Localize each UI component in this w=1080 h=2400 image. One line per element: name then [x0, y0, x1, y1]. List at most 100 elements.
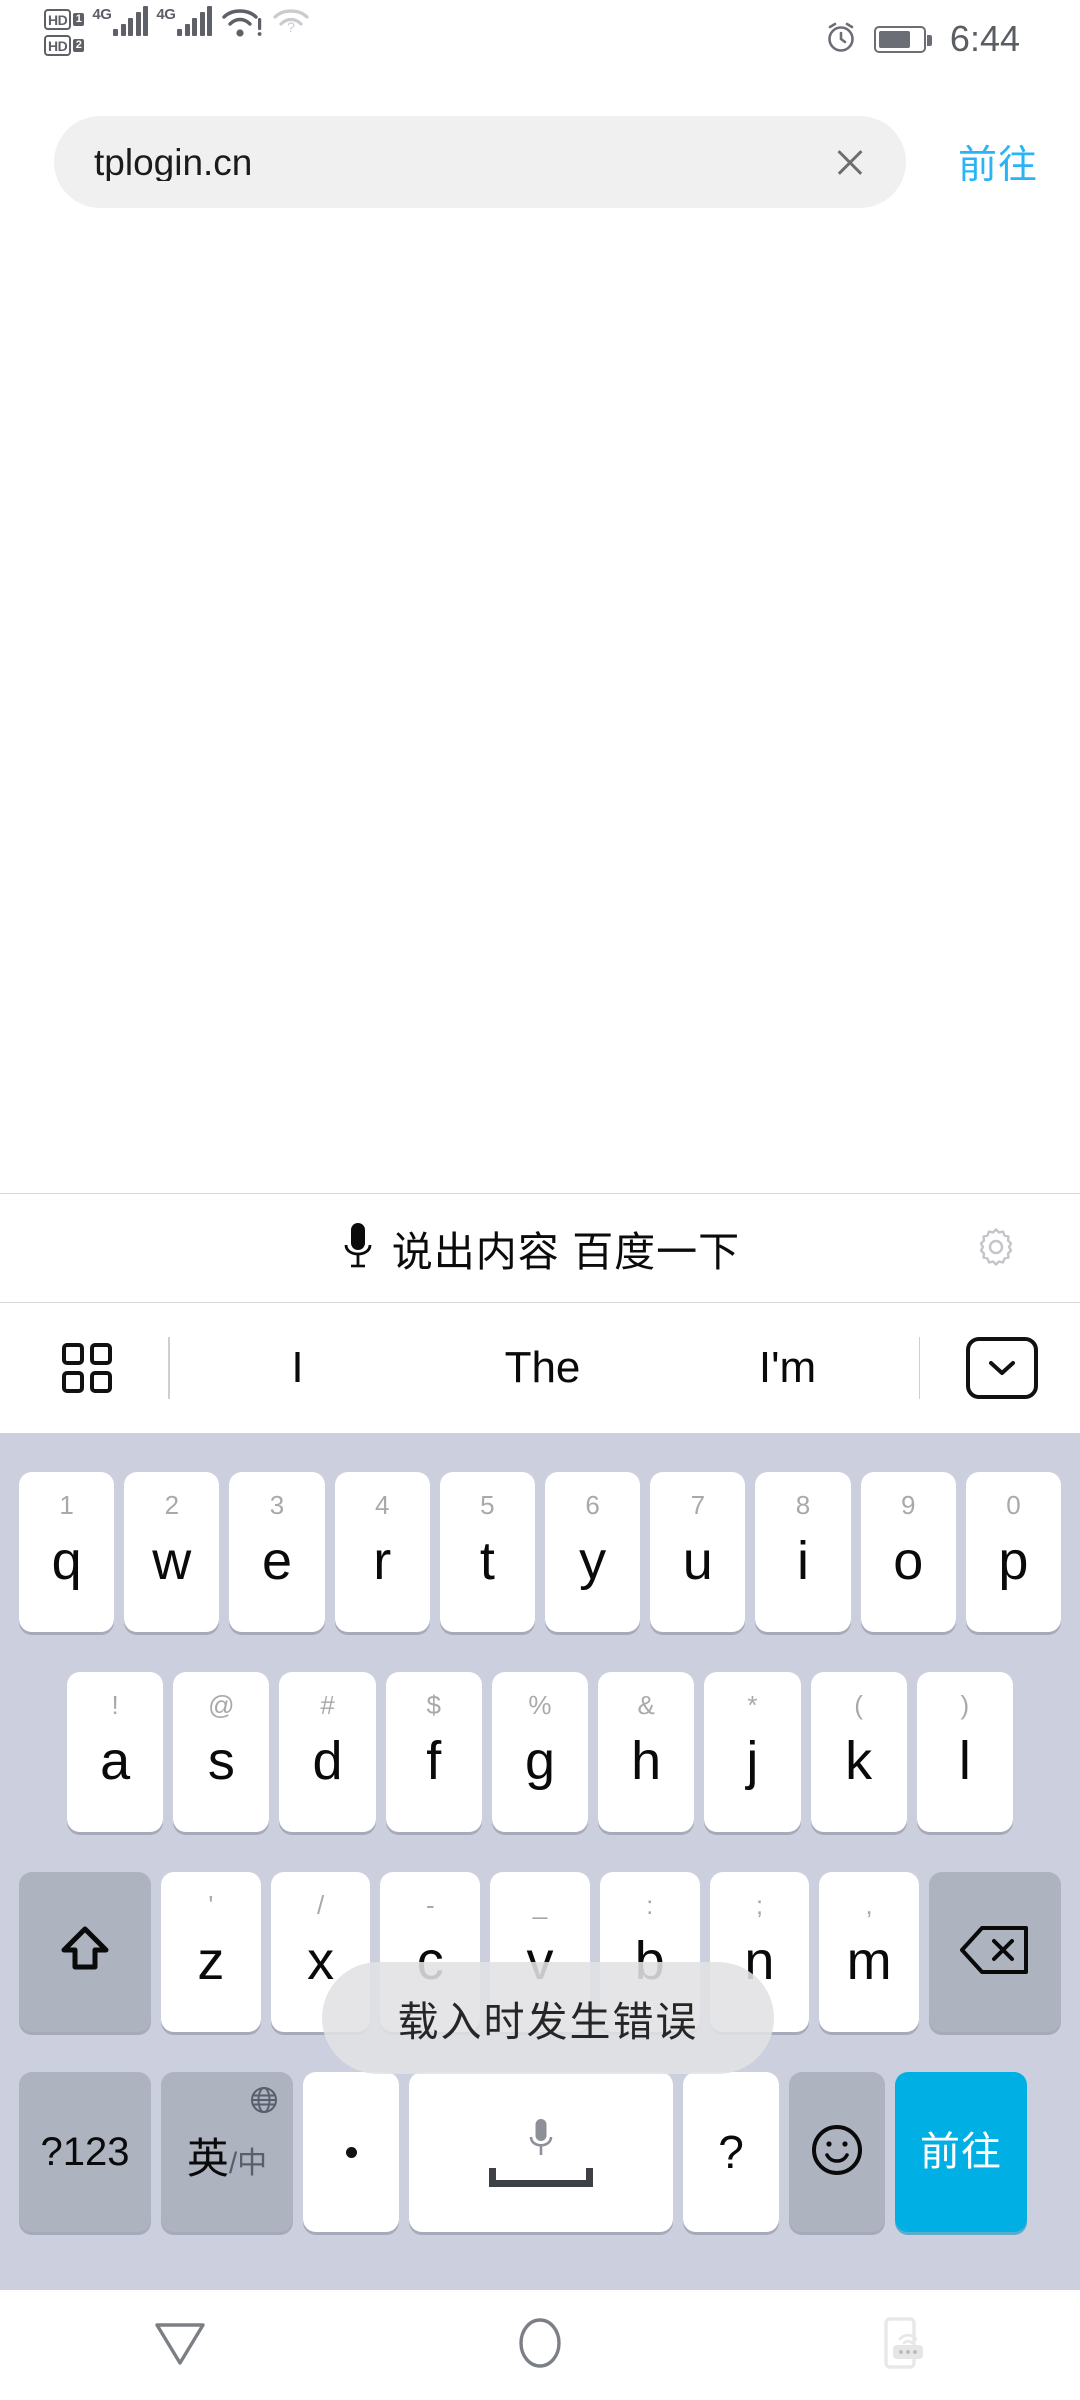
- question-mark-key[interactable]: ?: [683, 2072, 779, 2232]
- hd-voice-badges: HD 1 HD 2: [44, 6, 84, 56]
- key-alt-label: $: [427, 1692, 441, 1718]
- key-r[interactable]: 4r: [335, 1472, 430, 1632]
- suggestion-list: I The I'm: [175, 1303, 910, 1433]
- gear-icon[interactable]: [974, 1224, 1018, 1273]
- smiley-face-icon: [807, 2120, 867, 2185]
- nav-back-button[interactable]: [0, 2290, 360, 2400]
- key-label: r: [373, 1534, 391, 1588]
- key-alt-label: #: [320, 1692, 334, 1718]
- keyboard-go-key[interactable]: 前往: [895, 2072, 1027, 2232]
- key-label: w: [152, 1534, 191, 1588]
- key-w[interactable]: 2w: [124, 1472, 219, 1632]
- key-h[interactable]: &h: [598, 1672, 694, 1832]
- key-alt-label: 3: [270, 1492, 284, 1518]
- language-label-group: 英 / 中: [187, 2125, 267, 2186]
- key-label: d: [313, 1734, 343, 1788]
- key-m[interactable]: ,m: [819, 1872, 919, 2032]
- key-label: a: [100, 1734, 130, 1788]
- language-label-sep: /: [229, 2147, 237, 2181]
- nav-home-button[interactable]: [360, 2290, 720, 2400]
- symbols-mode-key[interactable]: ?123: [19, 2072, 151, 2232]
- keyboard-row-4: ?123 英 / 中: [0, 2072, 1080, 2232]
- voice-search-label: 说出内容 百度一下: [392, 1218, 740, 1278]
- watermark: 路由器 luyouqi.com: [871, 2306, 1062, 2380]
- key-u[interactable]: 7u: [650, 1472, 745, 1632]
- key-g[interactable]: %g: [492, 1672, 588, 1832]
- key-alt-label: ': [208, 1892, 213, 1918]
- period-dot-icon: [346, 2147, 357, 2158]
- wifi-icon: [220, 6, 264, 46]
- key-alt-label: 9: [901, 1492, 915, 1518]
- toast-text: 载入时发生错误: [398, 1988, 699, 2048]
- microphone-icon: [340, 1219, 376, 1278]
- key-e[interactable]: 3e: [229, 1472, 324, 1632]
- key-p[interactable]: 0p: [966, 1472, 1061, 1632]
- key-label: 前往: [920, 2132, 1002, 2172]
- watermark-domain: luyouqi.com: [955, 2350, 1062, 2371]
- language-switch-key[interactable]: 英 / 中: [161, 2072, 293, 2232]
- grid-menu-icon[interactable]: [62, 1343, 112, 1393]
- key-alt-label: @: [208, 1692, 234, 1718]
- watermark-title: 路由器: [955, 2316, 1062, 2349]
- space-key[interactable]: [409, 2072, 673, 2232]
- key-alt-label: (: [854, 1692, 863, 1718]
- key-l[interactable]: )l: [917, 1672, 1013, 1832]
- key-alt-label: !: [111, 1692, 118, 1718]
- key-f[interactable]: $f: [386, 1672, 482, 1832]
- suggestion-item-0[interactable]: I: [175, 1343, 420, 1393]
- chevron-down-icon[interactable]: [966, 1337, 1038, 1399]
- key-label: i: [797, 1534, 809, 1588]
- url-input[interactable]: tplogin.cn: [94, 144, 822, 181]
- suggestion-divider-left: [168, 1337, 170, 1399]
- key-alt-label: 5: [480, 1492, 494, 1518]
- battery-icon: [874, 26, 926, 53]
- key-label: g: [525, 1734, 555, 1788]
- backspace-icon: [958, 1922, 1032, 1983]
- key-label: k: [845, 1734, 872, 1788]
- hd-badge-sim2: HD 2: [44, 35, 84, 56]
- suggestion-item-1[interactable]: The: [420, 1343, 665, 1393]
- language-label-en: 英: [187, 2125, 229, 2186]
- key-z[interactable]: 'z: [161, 1872, 261, 2032]
- key-i[interactable]: 8i: [755, 1472, 850, 1632]
- key-a[interactable]: !a: [67, 1672, 163, 1832]
- voice-search-prompt[interactable]: 说出内容 百度一下: [340, 1218, 740, 1278]
- suggestion-item-2[interactable]: I'm: [665, 1343, 910, 1393]
- alarm-clock-icon: [824, 20, 858, 59]
- signal-group-sim1: 4G: [92, 6, 148, 38]
- key-label: x: [307, 1934, 334, 1988]
- key-alt-label: /: [317, 1892, 324, 1918]
- phone-screen: HD 1 HD 2 4G 4G: [0, 0, 1080, 2400]
- signal-bars-icon-sim1: [113, 6, 148, 36]
- keyboard-row-2: !a @s #d $f %g &h *j (k )l: [0, 1672, 1080, 1832]
- webpage-content-area: [0, 216, 1080, 1193]
- key-label: z: [197, 1934, 224, 1988]
- key-alt-label: 2: [165, 1492, 179, 1518]
- key-label: ?: [718, 2129, 744, 2175]
- watermark-texts: 路由器 luyouqi.com: [955, 2316, 1062, 2371]
- keyboard-row-1: 1q 2w 3e 4r 5t 6y 7u 8i 9o 0p: [0, 1472, 1080, 1632]
- shift-key[interactable]: [19, 1872, 151, 2032]
- hd-label-sim2: HD: [44, 35, 71, 56]
- url-input-container[interactable]: tplogin.cn: [54, 116, 906, 208]
- key-s[interactable]: @s: [173, 1672, 269, 1832]
- key-k[interactable]: (k: [811, 1672, 907, 1832]
- emoji-key[interactable]: [789, 2072, 885, 2232]
- key-label: ?123: [41, 2132, 130, 2172]
- key-o[interactable]: 9o: [861, 1472, 956, 1632]
- key-t[interactable]: 5t: [440, 1472, 535, 1632]
- key-alt-label: ,: [866, 1892, 873, 1918]
- backspace-key[interactable]: [929, 1872, 1061, 2032]
- key-q[interactable]: 1q: [19, 1472, 114, 1632]
- close-icon[interactable]: [822, 134, 878, 190]
- period-key[interactable]: [303, 2072, 399, 2232]
- key-alt-label: ): [961, 1692, 970, 1718]
- key-alt-label: *: [747, 1692, 757, 1718]
- hd-label-sim1: HD: [44, 9, 71, 30]
- go-button[interactable]: 前往: [958, 108, 1038, 216]
- hd-sim-number-2: 2: [73, 39, 84, 52]
- key-d[interactable]: #d: [279, 1672, 375, 1832]
- voice-search-bar[interactable]: 说出内容 百度一下: [0, 1193, 1080, 1303]
- key-j[interactable]: *j: [704, 1672, 800, 1832]
- key-y[interactable]: 6y: [545, 1472, 640, 1632]
